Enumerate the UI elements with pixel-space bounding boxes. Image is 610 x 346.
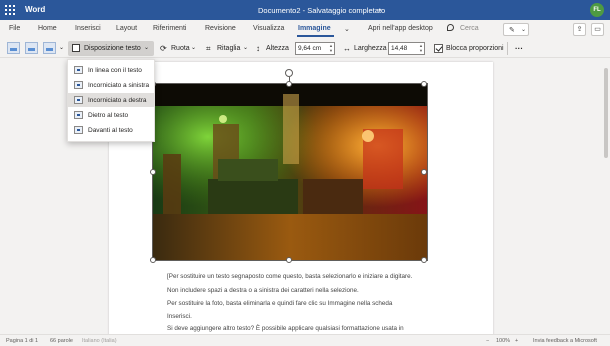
pen-icon: ✎ <box>509 27 515 34</box>
height-icon: ↕ <box>256 44 260 53</box>
tab-references[interactable]: Riferimenti <box>153 25 186 32</box>
menu-item-label: Davanti al testo <box>88 127 133 134</box>
width-spinner[interactable]: ▲ ▼ <box>419 43 423 53</box>
comment-icon[interactable]: ▭ <box>591 23 604 36</box>
word-count[interactable]: 66 parole <box>50 338 73 344</box>
width-icon: ↔ <box>343 44 351 53</box>
menu-item-behind-text[interactable]: Dietro al testo <box>68 108 154 122</box>
height-label: Altezza <box>266 45 289 52</box>
resize-handle-bottom-right[interactable] <box>421 257 427 263</box>
vertical-scrollbar[interactable] <box>602 58 610 334</box>
avatar[interactable]: FL <box>590 3 604 17</box>
resize-handle-bottom[interactable] <box>286 257 292 263</box>
app-name[interactable]: Word <box>25 5 45 14</box>
search-icon[interactable] <box>447 24 454 31</box>
language-indicator[interactable]: Italiano (Italia) <box>82 338 117 344</box>
editing-mode-button[interactable]: ✎ ⌄ <box>503 23 529 36</box>
tab-insert[interactable]: Inserisci <box>75 25 101 32</box>
menu-item-square-left[interactable]: Incorniciato a sinistra <box>68 78 154 92</box>
page-count: Pagina 1 di 1 <box>6 338 39 344</box>
wrap-text-label: Disposizione testo <box>84 45 141 52</box>
wrap-text-menu: In linea con il testo Incorniciato a sin… <box>67 59 155 142</box>
wrap-inline-icon <box>74 66 83 74</box>
tab-layout[interactable]: Layout <box>116 25 137 32</box>
tab-home[interactable]: Home <box>38 25 57 32</box>
status-bar: Pagina 1 di 1 66 parole Italiano (Italia… <box>0 334 610 346</box>
resize-handle-left[interactable] <box>150 169 156 175</box>
chevron-down-icon[interactable]: ⌄ <box>344 25 350 33</box>
scrollbar-thumb[interactable] <box>604 68 608 158</box>
zoom-out-button[interactable]: − <box>486 338 489 344</box>
crop-button[interactable]: ⌗ Ritaglia ⌄ <box>204 41 252 56</box>
menu-item-square-right[interactable]: Incorniciato a destra <box>68 93 154 107</box>
wrap-text-icon <box>72 44 80 52</box>
crop-label: Ritaglia <box>217 45 241 52</box>
wrap-right-icon <box>74 96 83 104</box>
resize-handle-top-right[interactable] <box>421 81 427 87</box>
tab-view[interactable]: Visualizza <box>253 25 284 32</box>
tab-review[interactable]: Revisione <box>205 25 236 32</box>
menu-item-label: In linea con il testo <box>88 67 142 74</box>
wrap-left-icon <box>74 81 83 89</box>
share-icon[interactable]: ⇪ <box>573 23 586 36</box>
body-paragraph[interactable]: Per sostituire la foto, basta eliminarla… <box>167 300 392 307</box>
body-paragraph[interactable]: Si deve aggiungere altro testo? È possib… <box>167 325 404 332</box>
feedback-link[interactable]: Invia feedback a Microsoft <box>533 338 597 344</box>
lock-aspect-ratio-checkbox[interactable] <box>434 44 443 53</box>
rotate-icon: ⟳ <box>160 44 167 53</box>
selected-image[interactable] <box>153 84 427 260</box>
width-label: Larghezza <box>354 45 387 52</box>
rotate-label: Ruota <box>171 45 190 52</box>
open-in-desktop-button[interactable]: Apri nell'app desktop <box>368 25 433 32</box>
body-paragraph[interactable]: Inserisci. <box>167 313 192 320</box>
tab-picture[interactable]: Immagine <box>298 25 331 32</box>
rotate-button[interactable]: ⟳ Ruota ⌄ <box>158 41 200 56</box>
title-bar: Word Documento2 - Salvataggio completato… <box>0 0 610 20</box>
body-paragraph[interactable]: Non includere spazi a destra o a sinistr… <box>167 287 359 294</box>
menu-item-in-front-of-text[interactable]: Davanti al testo <box>68 123 154 137</box>
chevron-down-icon: ⌄ <box>521 27 527 33</box>
picture-style-3[interactable] <box>43 42 56 54</box>
waffle-icon[interactable] <box>5 5 15 15</box>
body-paragraph[interactable]: [Per sostituire un testo segnaposto come… <box>167 273 412 280</box>
resize-handle-top[interactable] <box>286 81 292 87</box>
chevron-down-icon: ⌄ <box>144 45 150 51</box>
picture-style-2[interactable] <box>25 42 38 54</box>
menu-item-label: Incorniciato a destra <box>88 97 147 104</box>
zoom-in-button[interactable]: + <box>515 338 518 344</box>
active-tab-indicator <box>297 35 334 37</box>
resize-handle-right[interactable] <box>421 169 427 175</box>
search-input[interactable]: Cerca <box>460 25 479 32</box>
wrap-text-button[interactable]: Disposizione testo ⌄ <box>68 41 154 56</box>
chevron-down-icon[interactable]: ⌄ <box>377 5 383 13</box>
picture-style-1[interactable] <box>7 42 20 54</box>
crop-icon: ⌗ <box>206 44 211 53</box>
document-title[interactable]: Documento2 - Salvataggio completato <box>258 6 385 15</box>
tab-file[interactable]: File <box>9 25 20 32</box>
chevron-down-icon: ⌄ <box>243 45 249 51</box>
width-field[interactable]: 14,48 ▲ ▼ <box>388 42 425 55</box>
picture-ribbon: ⌄ Disposizione testo ⌄ ⟳ Ruota ⌄ ⌗ Ritag… <box>0 39 610 58</box>
more-options-button[interactable]: ··· <box>515 41 523 56</box>
styles-more-icon[interactable]: ⌄ <box>59 41 67 56</box>
menu-item-label: Dietro al testo <box>88 112 129 119</box>
lock-aspect-ratio-label[interactable]: Blocca proporzioni <box>446 41 504 56</box>
ribbon-tabs: File Home Inserisci Layout Riferimenti R… <box>0 20 610 39</box>
height-spinner[interactable]: ▲ ▼ <box>329 43 333 53</box>
rotate-handle-icon[interactable] <box>285 69 293 77</box>
chevron-down-icon: ⌄ <box>191 45 197 51</box>
menu-item-label: Incorniciato a sinistra <box>88 82 150 89</box>
menu-item-inline[interactable]: In linea con il testo <box>68 63 154 77</box>
wrap-front-icon <box>74 126 83 134</box>
ribbon-separator <box>507 42 508 55</box>
resize-handle-bottom-left[interactable] <box>150 257 156 263</box>
zoom-level[interactable]: 100% <box>496 338 510 344</box>
wrap-behind-icon <box>74 111 83 119</box>
height-field[interactable]: 9,64 cm ▲ ▼ <box>295 42 335 55</box>
